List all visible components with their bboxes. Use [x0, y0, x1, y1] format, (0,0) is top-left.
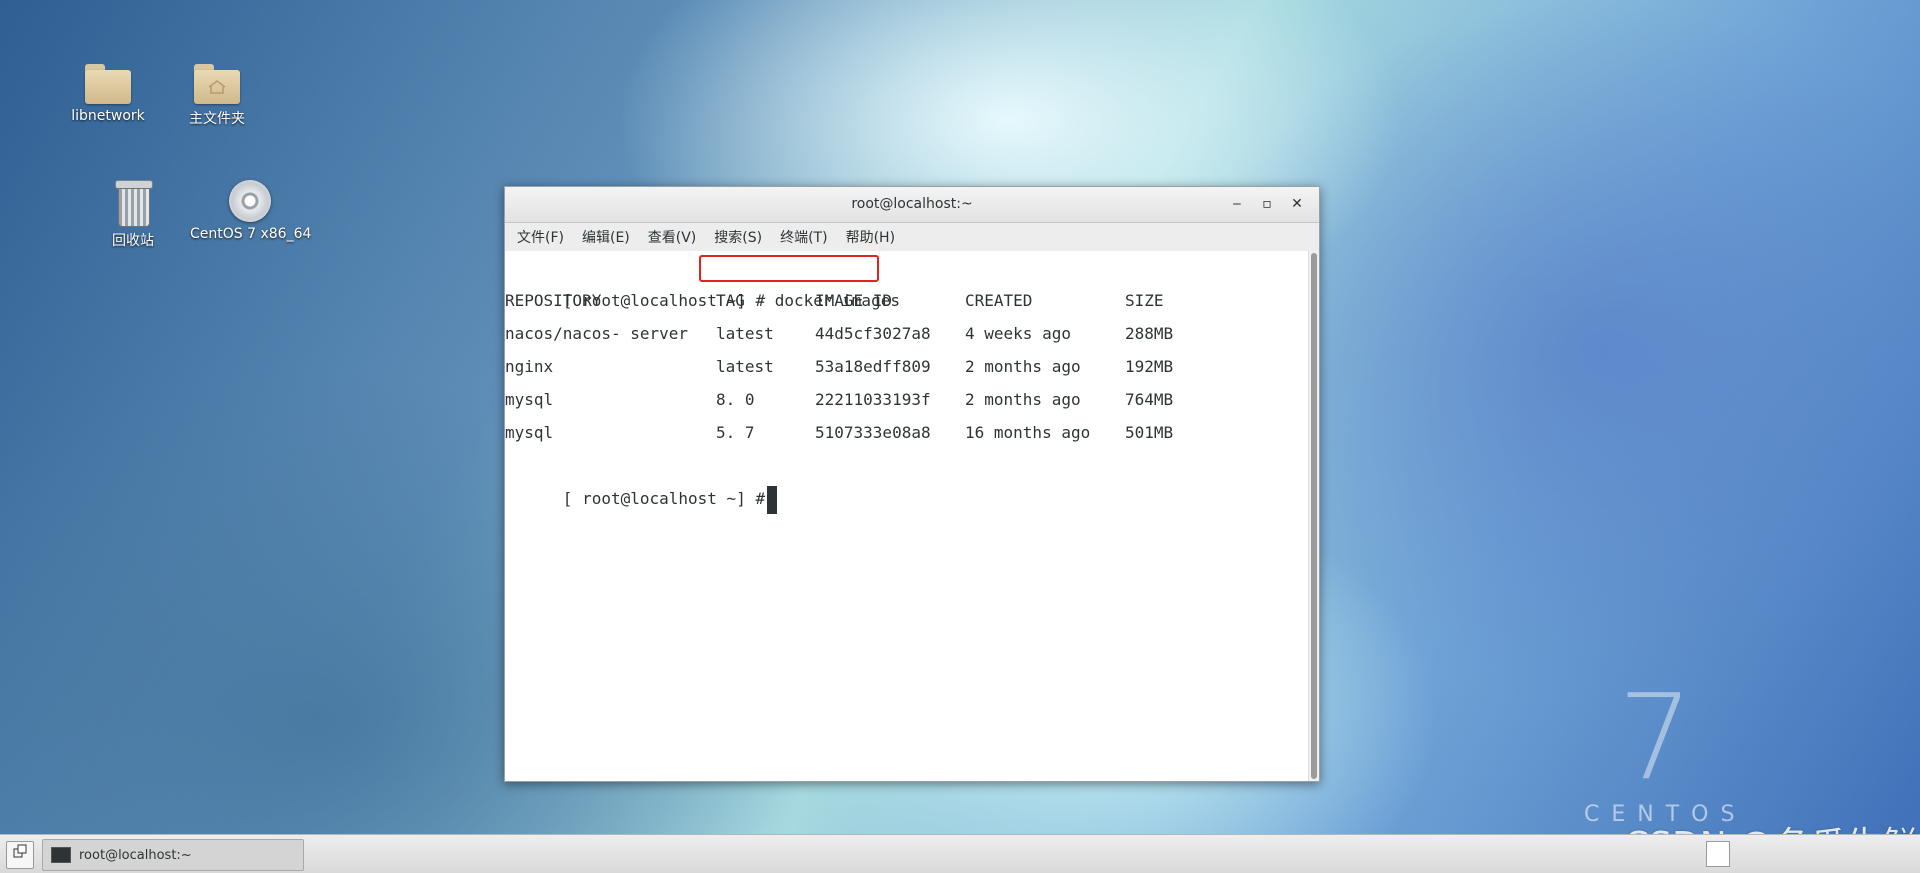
cell-tag: 5. 7: [716, 423, 755, 442]
table-row: nginx latest 53a18edff809 2 months ago 1…: [505, 350, 1305, 383]
terminal-icon: [51, 847, 71, 863]
text-cursor: [767, 485, 778, 514]
maximize-button[interactable]: ▫: [1258, 195, 1276, 213]
header-repository: REPOSITORY: [505, 291, 602, 310]
taskbar-item-label: root@localhost:~: [79, 847, 192, 863]
header-image-id: IMAGE ID: [815, 291, 893, 310]
cell-repository: mysql: [505, 423, 554, 442]
minimize-button[interactable]: ‒: [1228, 195, 1246, 213]
command-highlight-box: [699, 255, 879, 282]
cell-repository: nginx: [505, 357, 554, 376]
cell-size: 764MB: [1125, 390, 1174, 409]
desktop-icon-centos-disc[interactable]: CentOS 7 x86_64: [190, 180, 312, 242]
cell-created: 16 months ago: [965, 423, 1091, 442]
desktop-icon-label: libnetwork: [71, 108, 145, 124]
window-titlebar[interactable]: root@localhost:~ ‒ ▫ ✕: [505, 187, 1319, 223]
menu-terminal[interactable]: 终端(T): [772, 224, 835, 250]
terminal-window[interactable]: root@localhost:~ ‒ ▫ ✕ 文件(F) 编辑(E) 查看(V)…: [504, 186, 1320, 782]
cell-repository: mysql: [505, 390, 554, 409]
header-tag: TAG: [716, 291, 745, 310]
window-title: root@localhost:~: [851, 196, 973, 212]
table-row: nacos/nacos- server latest 44d5cf3027a8 …: [505, 317, 1305, 350]
workspace-switcher[interactable]: [1706, 841, 1730, 867]
cell-created: 2 months ago: [965, 357, 1081, 376]
cell-created: 2 months ago: [965, 390, 1081, 409]
cell-image-id: 22211033193f: [815, 390, 931, 409]
cell-size: 501MB: [1125, 423, 1174, 442]
table-header: REPOSITORY TAG IMAGE ID CREATED SIZE: [505, 284, 1305, 317]
cell-image-id: 5107333e08a8: [815, 423, 931, 442]
cell-repository: nacos/nacos- server: [505, 324, 689, 343]
prompt: [ root@localhost ~] #: [562, 489, 766, 508]
cell-size: 192MB: [1125, 357, 1174, 376]
show-desktop-icon: [13, 844, 27, 858]
cell-tag: 8. 0: [716, 390, 755, 409]
cell-tag: latest: [716, 357, 774, 376]
cell-created: 4 weeks ago: [965, 324, 1071, 343]
desktop-icon-label: CentOS 7 x86_64: [190, 226, 312, 242]
taskbar: root@localhost:~: [0, 834, 1920, 873]
terminal-scrollbar[interactable]: [1308, 251, 1319, 781]
menu-edit[interactable]: 编辑(E): [574, 224, 638, 250]
desktop-icon-libnetwork[interactable]: libnetwork: [48, 64, 168, 124]
menu-help[interactable]: 帮助(H): [838, 224, 903, 250]
table-row: mysql 8. 0 22211033193f 2 months ago 764…: [505, 383, 1305, 416]
cell-tag: latest: [716, 324, 774, 343]
close-button[interactable]: ✕: [1288, 195, 1306, 213]
table-row: mysql 5. 7 5107333e08a8 16 months ago 50…: [505, 416, 1305, 449]
menu-view[interactable]: 查看(V): [640, 224, 705, 250]
cell-size: 288MB: [1125, 324, 1174, 343]
taskbar-item-terminal[interactable]: root@localhost:~: [42, 839, 304, 871]
desktop-icon-trash[interactable]: 回收站: [73, 180, 193, 250]
prompt-line: [ root@localhost ~] #: [505, 449, 778, 514]
menu-file[interactable]: 文件(F): [509, 224, 572, 250]
header-created: CREATED: [965, 291, 1033, 310]
disc-icon: [229, 180, 271, 222]
trash-icon: [114, 180, 153, 227]
desktop-icon-label: 回收站: [112, 233, 154, 249]
header-size: SIZE: [1125, 291, 1164, 310]
terminal-content[interactable]: [ root@localhost ~] # docker images REPO…: [505, 251, 1309, 781]
home-folder-icon: [194, 64, 240, 104]
desktop-icon-label: 主文件夹: [189, 111, 245, 127]
centos-7-logo: 7: [1618, 668, 1694, 806]
cell-image-id: 53a18edff809: [815, 357, 931, 376]
scrollbar-thumb[interactable]: [1311, 253, 1317, 779]
folder-icon: [85, 64, 131, 104]
menu-search[interactable]: 搜索(S): [706, 224, 770, 250]
desktop-icon-home-folder[interactable]: 主文件夹: [157, 64, 277, 128]
cell-image-id: 44d5cf3027a8: [815, 324, 931, 343]
menu-bar: 文件(F) 编辑(E) 查看(V) 搜索(S) 终端(T) 帮助(H): [505, 223, 1319, 252]
show-desktop-button[interactable]: [6, 841, 34, 869]
